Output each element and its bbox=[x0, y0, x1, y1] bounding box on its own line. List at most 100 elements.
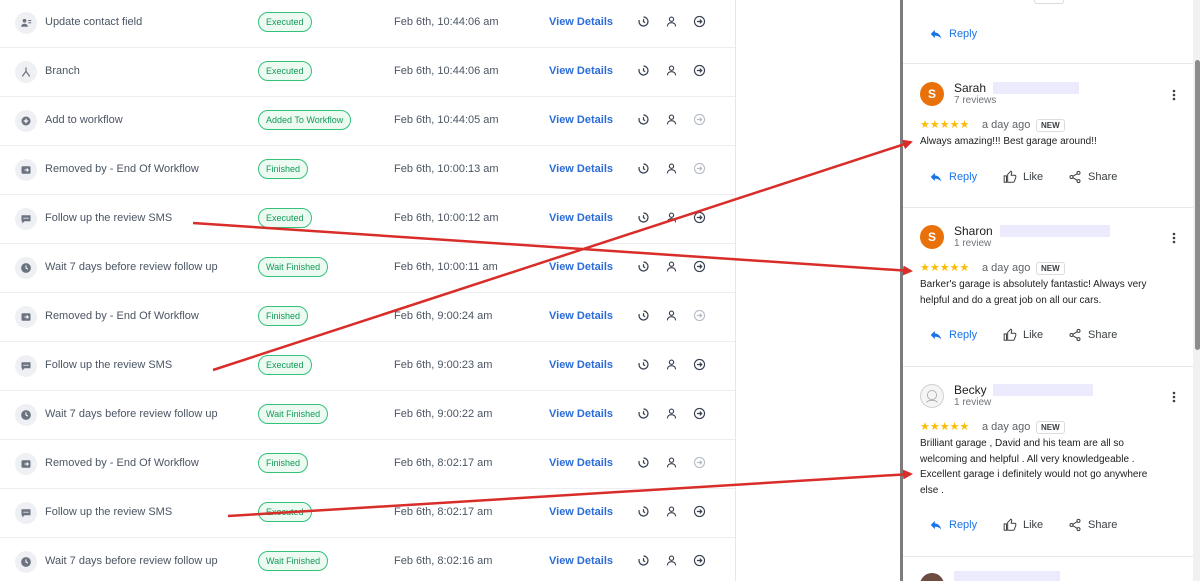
exit-arrow-icon[interactable] bbox=[693, 309, 706, 322]
table-row: Removed by - End Of Workflow Finished Feb … bbox=[0, 293, 735, 342]
exit-arrow-icon[interactable] bbox=[693, 358, 706, 371]
share-button[interactable]: Share bbox=[1068, 518, 1117, 532]
user-icon[interactable] bbox=[665, 211, 678, 224]
review-text-line: else . bbox=[920, 484, 944, 496]
reply-icon bbox=[930, 29, 942, 39]
review-text: Always amazing!!! Best garage around!! bbox=[920, 134, 1170, 150]
exit-arrow-icon[interactable] bbox=[693, 505, 706, 518]
thumbs-up-icon bbox=[1003, 169, 1017, 184]
exit-arrow-icon[interactable] bbox=[693, 15, 706, 28]
table-row: Wait 7 days before review follow up Wait … bbox=[0, 244, 735, 293]
view-details-link[interactable]: View Details bbox=[549, 555, 613, 567]
history-icon[interactable] bbox=[637, 505, 650, 518]
step-name: Wait 7 days before review follow up bbox=[45, 408, 218, 420]
step-name: Wait 7 days before review follow up bbox=[45, 261, 218, 273]
review-card-partial bbox=[903, 557, 1193, 581]
history-icon[interactable] bbox=[637, 407, 650, 420]
avatar[interactable] bbox=[920, 573, 944, 581]
timestamp: Feb 6th, 8:02:17 am bbox=[394, 457, 493, 469]
avatar[interactable]: S bbox=[920, 82, 944, 106]
more-options-icon[interactable] bbox=[1169, 88, 1179, 102]
exit-arrow-icon[interactable] bbox=[693, 554, 706, 567]
reply-icon bbox=[929, 518, 943, 532]
history-icon[interactable] bbox=[637, 211, 650, 224]
exit-arrow-icon[interactable] bbox=[693, 162, 706, 175]
history-icon[interactable] bbox=[637, 554, 650, 567]
view-details-link[interactable]: View Details bbox=[549, 65, 613, 77]
history-icon[interactable] bbox=[637, 113, 650, 126]
history-icon[interactable] bbox=[637, 162, 650, 175]
view-details-link[interactable]: View Details bbox=[549, 359, 613, 371]
view-details-link[interactable]: View Details bbox=[549, 212, 613, 224]
star-rating: ★★★★★ bbox=[920, 421, 970, 433]
user-icon[interactable] bbox=[665, 64, 678, 77]
user-icon[interactable] bbox=[665, 456, 678, 469]
exit-arrow-icon[interactable] bbox=[693, 456, 706, 469]
table-row: Follow up the review SMS Executed Feb 6th,… bbox=[0, 342, 735, 391]
exit-arrow-icon[interactable] bbox=[693, 211, 706, 224]
clock-icon bbox=[15, 551, 37, 573]
user-icon[interactable] bbox=[665, 407, 678, 420]
exit-arrow-icon[interactable] bbox=[693, 260, 706, 273]
like-button[interactable]: Like bbox=[1003, 169, 1043, 184]
share-label: Share bbox=[1088, 519, 1118, 531]
more-options-icon[interactable] bbox=[1169, 390, 1179, 404]
view-details-link[interactable]: View Details bbox=[549, 261, 613, 273]
like-label: Like bbox=[1023, 519, 1044, 531]
timestamp: Feb 6th, 8:02:16 am bbox=[394, 555, 493, 567]
timestamp: Feb 6th, 10:44:06 am bbox=[394, 65, 499, 77]
google-reviews-panel: Reply S Sarah 7 reviews ★★★★★ a day ago NEW Al… bbox=[900, 0, 1200, 581]
review-text: Barker's garage is absolutely fantastic!… bbox=[920, 277, 1170, 308]
user-icon[interactable] bbox=[665, 15, 678, 28]
like-button[interactable]: Like bbox=[1003, 328, 1043, 342]
view-details-link[interactable]: View Details bbox=[549, 506, 613, 518]
like-button[interactable]: Like bbox=[1003, 518, 1043, 532]
history-icon[interactable] bbox=[637, 15, 650, 28]
avatar[interactable]: S bbox=[920, 225, 944, 249]
review-text: Brilliant garage , David and his team ar… bbox=[920, 436, 1170, 498]
view-details-link[interactable]: View Details bbox=[549, 408, 613, 420]
view-details-link[interactable]: View Details bbox=[549, 310, 613, 322]
history-icon[interactable] bbox=[637, 64, 650, 77]
more-options-icon[interactable] bbox=[1169, 231, 1179, 245]
sms-icon bbox=[15, 208, 37, 230]
user-icon[interactable] bbox=[665, 113, 678, 126]
new-badge: NEW bbox=[1036, 421, 1065, 434]
status-badge: Finished bbox=[258, 306, 309, 326]
exit-arrow-icon[interactable] bbox=[693, 113, 706, 126]
share-button[interactable]: Share bbox=[1068, 170, 1117, 184]
reply-button[interactable]: Reply bbox=[929, 518, 977, 532]
view-details-link[interactable]: View Details bbox=[549, 163, 613, 175]
exit-arrow-icon[interactable] bbox=[693, 64, 706, 77]
user-icon[interactable] bbox=[665, 260, 678, 273]
user-icon[interactable] bbox=[665, 309, 678, 322]
clock-icon bbox=[15, 404, 37, 426]
timestamp: Feb 6th, 10:00:11 am bbox=[394, 261, 498, 273]
history-icon[interactable] bbox=[637, 260, 650, 273]
user-icon[interactable] bbox=[665, 162, 678, 175]
user-icon[interactable] bbox=[665, 554, 678, 567]
reply-button[interactable]: Reply bbox=[929, 27, 977, 41]
view-details-link[interactable]: View Details bbox=[549, 457, 613, 469]
history-icon[interactable] bbox=[637, 358, 650, 371]
table-row: Removed by - End Of Workflow Finished Feb … bbox=[0, 440, 735, 489]
history-icon[interactable] bbox=[637, 309, 650, 322]
user-icon[interactable] bbox=[665, 358, 678, 371]
view-details-link[interactable]: View Details bbox=[549, 114, 613, 126]
table-row: Follow up the review SMS Executed Feb 6th,… bbox=[0, 489, 735, 538]
view-details-link[interactable]: View Details bbox=[549, 16, 613, 28]
reply-button[interactable]: Reply bbox=[929, 328, 977, 342]
history-icon[interactable] bbox=[637, 456, 650, 469]
share-button[interactable]: Share bbox=[1068, 328, 1117, 342]
user-icon[interactable] bbox=[665, 505, 678, 518]
reviewer-name[interactable]: Sharon bbox=[954, 224, 993, 238]
scrollbar-thumb[interactable] bbox=[1195, 60, 1200, 350]
review-age: a day ago bbox=[982, 119, 1031, 131]
exit-arrow-icon[interactable] bbox=[693, 407, 706, 420]
status-badge: Finished bbox=[258, 453, 309, 473]
reply-button[interactable]: Reply bbox=[929, 170, 977, 184]
avatar[interactable] bbox=[920, 384, 944, 408]
reviewer-name[interactable]: Becky bbox=[954, 383, 987, 397]
reviewer-name[interactable]: Sarah bbox=[954, 81, 986, 95]
like-label: Like bbox=[1023, 329, 1044, 341]
